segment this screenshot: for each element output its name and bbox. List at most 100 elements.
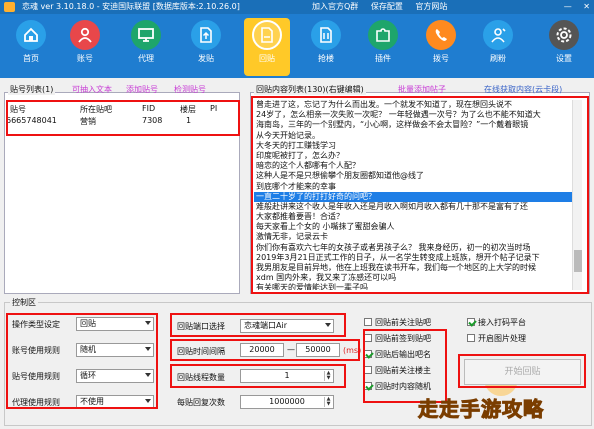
toolbar-label: 首页 xyxy=(23,54,39,63)
toolbar-grab-button[interactable]: 抢楼 xyxy=(303,18,349,76)
threads-value: 1 xyxy=(284,371,290,380)
option-checkbox[interactable]: 开启图片处理 xyxy=(467,333,526,345)
port-select[interactable]: 恋魂端口Air xyxy=(240,319,334,333)
option-checkbox[interactable]: 回贴后输出吧名 xyxy=(364,349,431,361)
toolbar-label: 发贴 xyxy=(198,54,214,63)
official-site-link[interactable]: 官方网站 xyxy=(415,2,447,11)
post-icon xyxy=(191,20,221,50)
list-item[interactable]: 曾走进了这，忘记了为什么而出发。一个就发不知道了，现在想回头说不 xyxy=(254,100,582,110)
list-item[interactable]: 激情无非，记录云卡 xyxy=(254,232,582,242)
toolbar-reply-button[interactable]: 回贴 xyxy=(244,18,290,76)
content-scrollbar[interactable] xyxy=(572,100,582,290)
add-account-link[interactable]: 添加贴号 xyxy=(126,84,158,95)
checkbox-icon[interactable] xyxy=(364,333,372,342)
toolbar-label: 账号 xyxy=(77,54,93,63)
post-rule-value: 循环 xyxy=(80,371,96,380)
batch-add-link[interactable]: 批量添加帖子 xyxy=(398,84,446,95)
checkbox-label: 开启图片处理 xyxy=(478,334,526,343)
repeat-input[interactable]: 1000000 ▲ ▼ xyxy=(240,395,334,409)
toolbar-fans-button[interactable]: 刷粉 xyxy=(475,18,521,76)
col-header-fid: FID xyxy=(142,104,156,113)
content-list[interactable]: 曾走进了这，忘记了为什么而出发。一个就发不知道了，现在想回头说不 24岁了，怎么相… xyxy=(254,100,582,290)
chevron-down-icon xyxy=(145,373,151,377)
checkbox-icon[interactable] xyxy=(364,381,372,390)
checkbox-icon[interactable] xyxy=(364,317,372,326)
reply-icon xyxy=(252,20,282,50)
phone-icon xyxy=(426,20,456,50)
proxy-rule-label: 代理使用规则 xyxy=(12,398,60,407)
toolbar-monitor-button[interactable]: 代理 xyxy=(123,18,169,76)
port-label: 回贴端口选择 xyxy=(177,322,225,331)
list-item[interactable]: 24岁了，怎么相亲一次失败一次呢？ 一年轻做遇一次号？为了么也不能不知道大 xyxy=(254,110,582,120)
online-fetch-link[interactable]: 在线获取内容(云卡段) xyxy=(484,84,562,95)
import-text-link[interactable]: 可抽入文本 xyxy=(72,84,112,95)
option-checkbox[interactable]: 回贴前关注楼主 xyxy=(364,365,431,377)
acct-rule-select[interactable]: 随机 xyxy=(76,343,154,357)
monitor-icon xyxy=(131,20,161,50)
checkbox-label: 回贴时内容随机 xyxy=(375,382,431,391)
toolbar-phone-button[interactable]: 拨号 xyxy=(418,18,464,76)
chevron-down-icon xyxy=(145,321,151,325)
proxy-rule-select[interactable]: 不使用 xyxy=(76,395,154,409)
table-row[interactable]: 6665748041 营销 7308 1 xyxy=(6,115,236,127)
checkbox-icon[interactable] xyxy=(364,365,372,374)
interval-max-value: 50000 xyxy=(305,345,331,354)
option-checkbox[interactable]: 回贴前关注贴吧 xyxy=(364,317,431,329)
minimize-button[interactable]: — xyxy=(564,2,572,11)
toolbar-post-button[interactable]: 发贴 xyxy=(183,18,229,76)
list-item[interactable]: 你们你有喜欢六七年的女孩子或者男孩子么？ 我来身经历，初一的初次当时场 xyxy=(254,243,582,253)
checkbox-icon[interactable] xyxy=(467,317,475,326)
title-actions: 加入官方Q群 保存配置 官方网站 xyxy=(312,0,457,14)
toolbar-home-button[interactable]: 首页 xyxy=(8,18,54,76)
scrollbar-thumb[interactable] xyxy=(574,250,582,272)
list-item[interactable]: 一直二十岁了的打打好奇的问吧？ xyxy=(254,191,582,202)
list-item[interactable]: 海南岛，三年的一个别墅内，“小心啊，这样做会不会太冒险？”一个戴着眼镜 xyxy=(254,120,582,130)
toolbar-label: 插件 xyxy=(375,54,391,63)
chevron-down-icon xyxy=(145,399,151,403)
check-account-link[interactable]: 检测贴号 xyxy=(174,84,206,95)
list-item[interactable]: 每天家看上个女的 小嘴抹了蜜甜会骗人 xyxy=(254,222,582,232)
interval-min-input[interactable]: 20000 xyxy=(240,343,284,357)
post-rule-select[interactable]: 循环 xyxy=(76,369,154,383)
op-type-select[interactable]: 回贴 xyxy=(76,317,154,331)
checkbox-label: 接入打码平台 xyxy=(478,318,526,327)
list-item[interactable]: 大家都推着要晋！合适？ xyxy=(254,212,582,222)
list-item[interactable]: 有关哪天的爱情能达到一辈子吗 xyxy=(254,283,582,290)
list-item[interactable]: 这种人是不是只想偷攀个朋友圈都知道他@线了 xyxy=(254,171,582,181)
list-item[interactable]: 2019年3月21日正式工作的日子，从一名学生转变成上班族，想开个帖子记录下 xyxy=(254,253,582,263)
toolbar-puzzle-button[interactable]: 插件 xyxy=(360,18,406,76)
toolbar-gear-button[interactable]: 设置 xyxy=(541,18,587,76)
option-checkbox[interactable]: 接入打码平台 xyxy=(467,317,526,329)
checkbox-label: 回贴前关注贴吧 xyxy=(375,318,431,327)
checkbox-icon[interactable] xyxy=(467,333,475,342)
toolbar-user-button[interactable]: 账号 xyxy=(62,18,108,76)
toolbar-label: 设置 xyxy=(556,54,572,63)
op-type-value: 回贴 xyxy=(80,319,96,328)
acct-rule-value: 随机 xyxy=(80,345,96,354)
fans-icon xyxy=(483,20,513,50)
threads-input[interactable]: 1 ▲ ▼ xyxy=(240,369,334,383)
toolbar-label: 刷粉 xyxy=(490,54,506,63)
list-item[interactable]: 难般赴讲来这个收人是年收入还是月收入啊如月收入都有几十那不是富有了还 xyxy=(254,202,582,212)
join-qq-group-link[interactable]: 加入官方Q群 xyxy=(312,2,358,11)
spin-arrows-icon[interactable]: ▲ ▼ xyxy=(324,397,332,407)
list-item[interactable]: 到底哪个才能来的幸事 xyxy=(254,182,582,192)
save-config-link[interactable]: 保存配置 xyxy=(371,2,403,11)
list-item[interactable]: 印度呢被打了，怎么办？ xyxy=(254,151,582,161)
start-reply-button[interactable]: 开始回贴 xyxy=(464,359,581,385)
interval-max-input[interactable]: 50000 xyxy=(296,343,340,357)
window-title: 恋魂 ver 3.10.18.0 - 安迪国际联盟 [数据库版本:2.10.26… xyxy=(22,2,240,11)
close-button[interactable]: ✕ xyxy=(583,2,590,11)
list-item[interactable]: 从今天开始记录。 xyxy=(254,131,582,141)
forum-cell: 营销 xyxy=(80,117,96,126)
option-checkbox[interactable]: 回贴前签到贴吧 xyxy=(364,333,431,345)
checkbox-icon[interactable] xyxy=(364,349,372,358)
chevron-down-icon xyxy=(325,323,331,327)
list-item[interactable]: xdm 国内外来，我又来了冻感还可以吗 xyxy=(254,273,582,283)
list-item[interactable]: 暗恋的这个人都哪有个人配？ xyxy=(254,161,582,171)
list-item[interactable]: 大冬天的打工赚钱学习 xyxy=(254,141,582,151)
spin-arrows-icon[interactable]: ▲ ▼ xyxy=(324,371,332,381)
option-checkbox[interactable]: 回贴时内容随机 xyxy=(364,381,431,393)
fid-cell: 7308 xyxy=(142,116,163,125)
list-item[interactable]: 我男朋友是目前异地，他在上班我在读书开车，我们每一个地区的上大学的时候 xyxy=(254,263,582,273)
